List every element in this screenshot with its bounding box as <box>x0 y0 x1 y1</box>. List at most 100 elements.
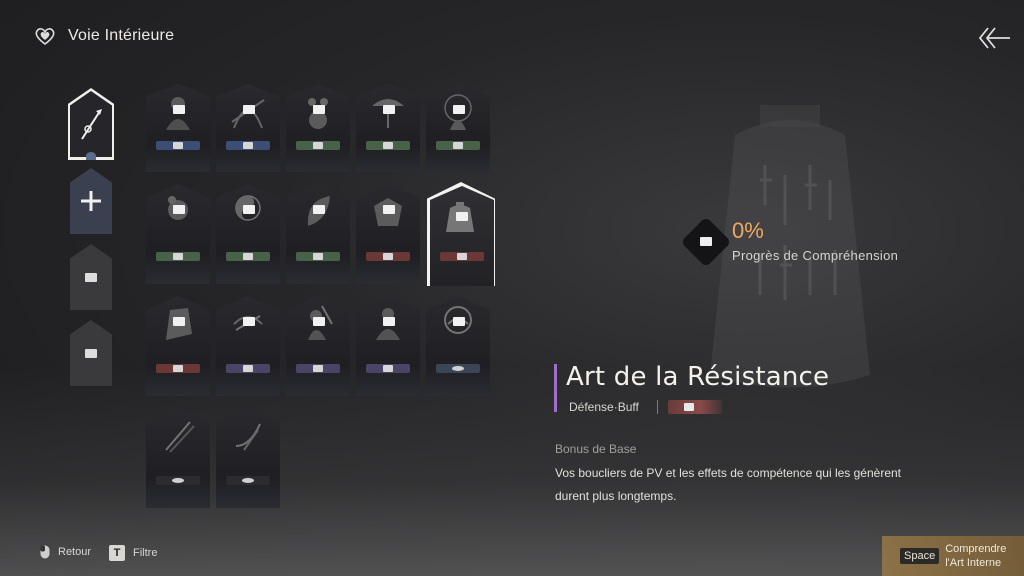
skill-type: Défense·Buff <box>569 400 639 414</box>
type-tag <box>226 141 270 150</box>
skill-card[interactable] <box>286 184 350 284</box>
skill-card[interactable] <box>146 296 210 396</box>
type-tag <box>366 141 410 150</box>
type-tag <box>156 252 200 261</box>
badge-icon <box>85 348 97 358</box>
badge-icon <box>173 205 185 214</box>
slash-icon <box>165 421 195 453</box>
type-tag <box>296 141 340 150</box>
filter-label: Filtre <box>133 547 158 559</box>
type-tag <box>440 252 484 261</box>
tag-icon <box>313 365 323 372</box>
badge-icon <box>173 105 185 114</box>
filter-hint[interactable]: T Filtre <box>109 545 157 561</box>
bonus-title: Bonus de Base <box>555 442 637 456</box>
skill-name: Art de la Résistance <box>566 362 830 392</box>
skill-card[interactable] <box>146 408 210 508</box>
type-tag <box>156 476 200 485</box>
tag-icon <box>243 142 253 149</box>
tag-icon <box>453 142 463 149</box>
cross-icon <box>81 191 101 211</box>
skill-card[interactable] <box>146 184 210 284</box>
tag-icon <box>684 403 694 411</box>
heart-icon <box>35 28 55 46</box>
skill-card[interactable] <box>356 296 420 396</box>
spear-icon <box>81 109 102 140</box>
page-title: Voie Intérieure <box>68 27 175 44</box>
badge-icon <box>313 317 325 326</box>
badge-icon <box>85 272 97 282</box>
badge-icon <box>383 205 395 214</box>
type-tag <box>296 364 340 373</box>
tag-icon <box>383 253 393 260</box>
skill-card[interactable] <box>356 84 420 172</box>
skill-card[interactable] <box>216 408 280 508</box>
bonus-description: Vos boucliers de PV et les effets de com… <box>555 466 901 503</box>
back-label: Retour <box>58 546 92 558</box>
tab-indicator-dot <box>86 152 96 160</box>
type-tag <box>436 141 480 150</box>
tag-icon <box>457 253 467 260</box>
type-tag <box>156 364 200 373</box>
action-label-line-1: Comprendre <box>945 543 1007 555</box>
type-tag <box>226 476 270 485</box>
skill-type-tag <box>668 400 722 414</box>
header: Voie Intérieure <box>34 26 174 46</box>
skill-card[interactable] <box>216 184 280 284</box>
filter-key: T <box>109 545 125 561</box>
skill-card[interactable] <box>146 84 210 172</box>
skill-accent-bar <box>554 364 557 412</box>
skill-card[interactable] <box>286 84 350 172</box>
type-tag <box>366 252 410 261</box>
tab-category-3[interactable] <box>70 244 112 310</box>
tag-icon <box>383 365 393 372</box>
badge-icon <box>243 205 255 214</box>
badge-icon <box>243 105 255 114</box>
tab-category-4[interactable] <box>70 320 112 386</box>
tag-icon <box>173 142 183 149</box>
tag-icon <box>242 478 254 483</box>
type-tag <box>226 252 270 261</box>
badge-icon <box>243 317 255 326</box>
badge-icon <box>173 317 185 326</box>
skill-card[interactable] <box>426 296 490 396</box>
type-tag <box>226 364 270 373</box>
tag-icon <box>383 142 393 149</box>
progress-value: 0% <box>732 218 764 243</box>
tag-icon <box>452 366 464 371</box>
tag-icon <box>243 365 253 372</box>
badge-icon <box>453 317 465 326</box>
mouse-icon <box>40 545 50 559</box>
back-arrow-icon[interactable] <box>978 24 1012 52</box>
type-tag <box>366 364 410 373</box>
tag-icon <box>172 478 184 483</box>
back-hint[interactable]: Retour <box>40 545 91 559</box>
divider <box>657 400 658 414</box>
progress-label: Progrès de Compréhension <box>732 248 899 263</box>
comprehend-button[interactable]: Space Comprendre l'Art Interne <box>882 536 1024 576</box>
action-label-line-2: l'Art Interne <box>945 557 1002 569</box>
skill-card[interactable] <box>286 296 350 396</box>
badge-icon <box>383 317 395 326</box>
skill-card-selected[interactable] <box>430 186 494 286</box>
badge-icon <box>313 105 325 114</box>
tag-icon <box>173 365 183 372</box>
badge-icon <box>453 105 465 114</box>
action-label: Comprendre l'Art Interne <box>945 542 1006 570</box>
skill-card[interactable] <box>426 84 490 172</box>
space-key: Space <box>900 548 940 564</box>
badge-icon <box>456 212 468 221</box>
badge-icon <box>700 237 712 246</box>
crescent-slash-icon <box>235 423 261 451</box>
type-tag <box>296 252 340 261</box>
skill-card[interactable] <box>216 296 280 396</box>
tag-icon <box>313 142 323 149</box>
skill-card[interactable] <box>216 84 280 172</box>
tag-icon <box>243 253 253 260</box>
tag-icon <box>313 253 323 260</box>
tag-icon <box>173 253 183 260</box>
badge-icon <box>313 205 325 214</box>
tab-healing[interactable] <box>70 168 112 234</box>
type-tag <box>156 141 200 150</box>
skill-card[interactable] <box>356 184 420 284</box>
